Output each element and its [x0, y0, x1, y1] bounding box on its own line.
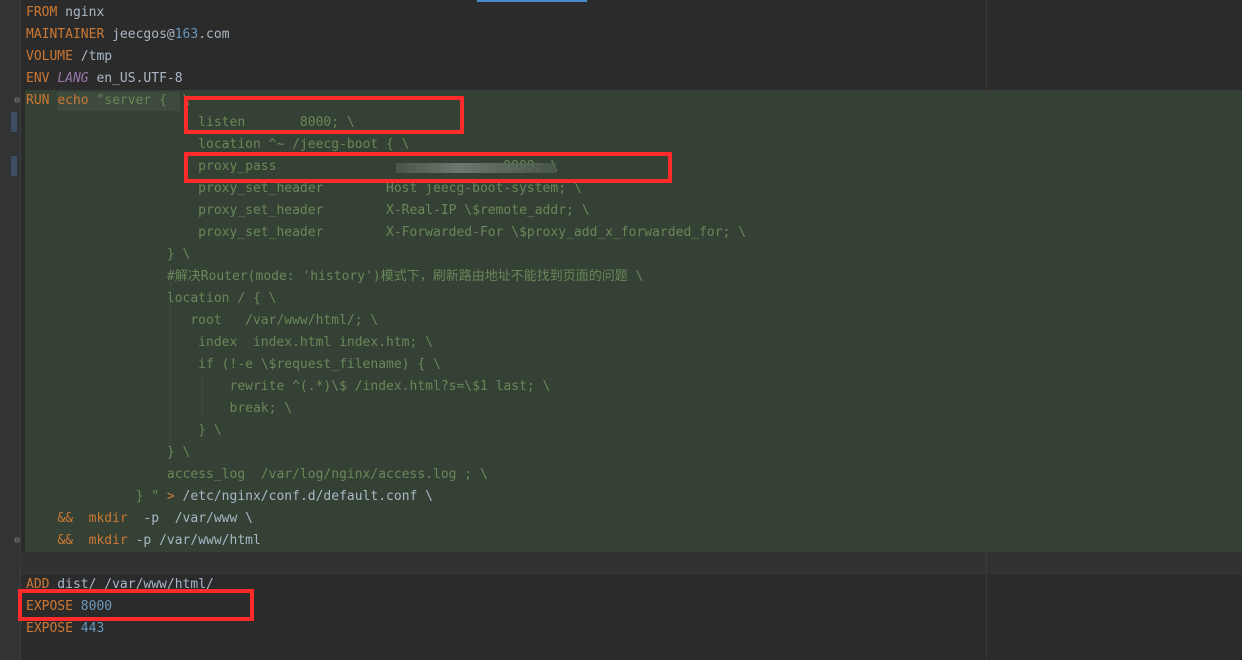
code-token: FROM [26, 5, 58, 20]
code-line[interactable]: root /var/www/html/; \ [26, 310, 378, 332]
code-line[interactable]: break; \ [26, 398, 292, 420]
code-line[interactable]: ENV LANG en_US.UTF-8 [26, 68, 183, 90]
code-token: access_log /var/log/nginx/access.log ; \ [26, 467, 488, 482]
code-token: rewrite ^(.*)\$ /index.html?s=\$1 last; … [26, 379, 551, 394]
code-line[interactable]: #解决Router(mode: 'history')模式下，刷新路由地址不能找到… [26, 266, 644, 288]
annotation-box-proxy-pass [184, 152, 672, 183]
code-token: -p /var/www \ [127, 511, 253, 526]
code-line[interactable]: MAINTAINER jeecgos@163.com [26, 24, 230, 46]
code-token: location / { \ [26, 291, 277, 306]
code-token: index index.html index.htm; \ [26, 335, 433, 350]
annotation-box-listen [184, 96, 464, 134]
active-tab-indicator [477, 0, 587, 2]
code-line[interactable]: } " > /etc/nginx/conf.d/default.conf \ [26, 486, 433, 508]
code-line[interactable]: EXPOSE 443 [26, 618, 104, 640]
right-margin-guide [986, 0, 987, 660]
code-line[interactable]: proxy_set_header X-Real-IP \$remote_addr… [26, 200, 590, 222]
code-token: echo [57, 93, 89, 108]
code-token: break; \ [26, 401, 293, 416]
code-token: ENV [26, 71, 50, 86]
code-line[interactable]: index index.html index.htm; \ [26, 332, 433, 354]
code-line[interactable]: proxy_set_header X-Forwarded-For \$proxy… [26, 222, 746, 244]
code-token: location ^~ /jeecg-boot { \ [26, 137, 410, 152]
code-token: VOLUME [26, 49, 73, 64]
code-token: "server { \ [88, 93, 191, 108]
code-token: 163 [174, 27, 199, 42]
code-token: mkdir [88, 533, 128, 548]
code-token: mkdir [88, 511, 128, 526]
code-token: jeecgos@ [104, 27, 175, 42]
code-token: } \ [26, 247, 191, 262]
code-token: 443 [80, 621, 105, 636]
code-token: nginx [57, 5, 105, 20]
caret-line-highlight [21, 552, 1242, 575]
change-marker [11, 156, 17, 176]
code-token: EXPOSE [26, 621, 73, 636]
code-token: if (!-e \$request_filename) { \ [26, 357, 441, 372]
code-token: proxy_set_header Host jeecg-boot-system;… [26, 181, 582, 196]
code-token: } " [26, 489, 167, 504]
code-token: /etc/nginx/conf.d/default.conf \ [174, 489, 433, 504]
change-marker [11, 112, 17, 132]
code-token: LANG [57, 71, 89, 86]
code-line[interactable]: VOLUME /tmp [26, 46, 112, 68]
code-token: > [166, 489, 175, 504]
code-token: proxy_set_header X-Forwarded-For \$proxy… [26, 225, 747, 240]
code-token: #解决Router(mode: 'history')模式下，刷新路由地址不能找到… [26, 269, 644, 284]
code-token: MAINTAINER [26, 27, 105, 42]
annotation-box-expose [18, 589, 254, 621]
code-token: -p /var/www/html [127, 533, 261, 548]
code-token: /tmp [72, 49, 113, 64]
code-token: } \ [26, 445, 191, 460]
code-line[interactable]: if (!-e \$request_filename) { \ [26, 354, 441, 376]
code-line[interactable]: FROM nginx [26, 2, 104, 24]
code-token: proxy_set_header X-Real-IP \$remote_addr… [26, 203, 590, 218]
code-token: root /var/www/html/; \ [26, 313, 379, 328]
code-line[interactable]: RUN echo "server { \ [26, 90, 190, 112]
code-token: en_US.UTF-8 [88, 71, 183, 86]
code-line[interactable]: location / { \ [26, 288, 277, 310]
code-line[interactable]: } \ [26, 420, 222, 442]
fold-close-icon[interactable]: ⊖ [14, 536, 24, 546]
code-line[interactable]: } \ [26, 442, 191, 464]
code-token: RUN [26, 93, 50, 108]
code-token: .com [198, 27, 230, 42]
code-line[interactable]: access_log /var/log/nginx/access.log ; \ [26, 464, 488, 486]
code-token: && [57, 511, 73, 526]
code-line[interactable]: } \ [26, 244, 191, 266]
fold-open-icon[interactable]: ⊖ [14, 96, 24, 106]
code-line[interactable]: && mkdir -p /var/www/html [26, 530, 261, 552]
code-token: } \ [26, 423, 222, 438]
code-line[interactable]: rewrite ^(.*)\$ /index.html?s=\$1 last; … [26, 376, 550, 398]
code-token: && [57, 533, 73, 548]
code-line[interactable]: && mkdir -p /var/www \ [26, 508, 253, 530]
